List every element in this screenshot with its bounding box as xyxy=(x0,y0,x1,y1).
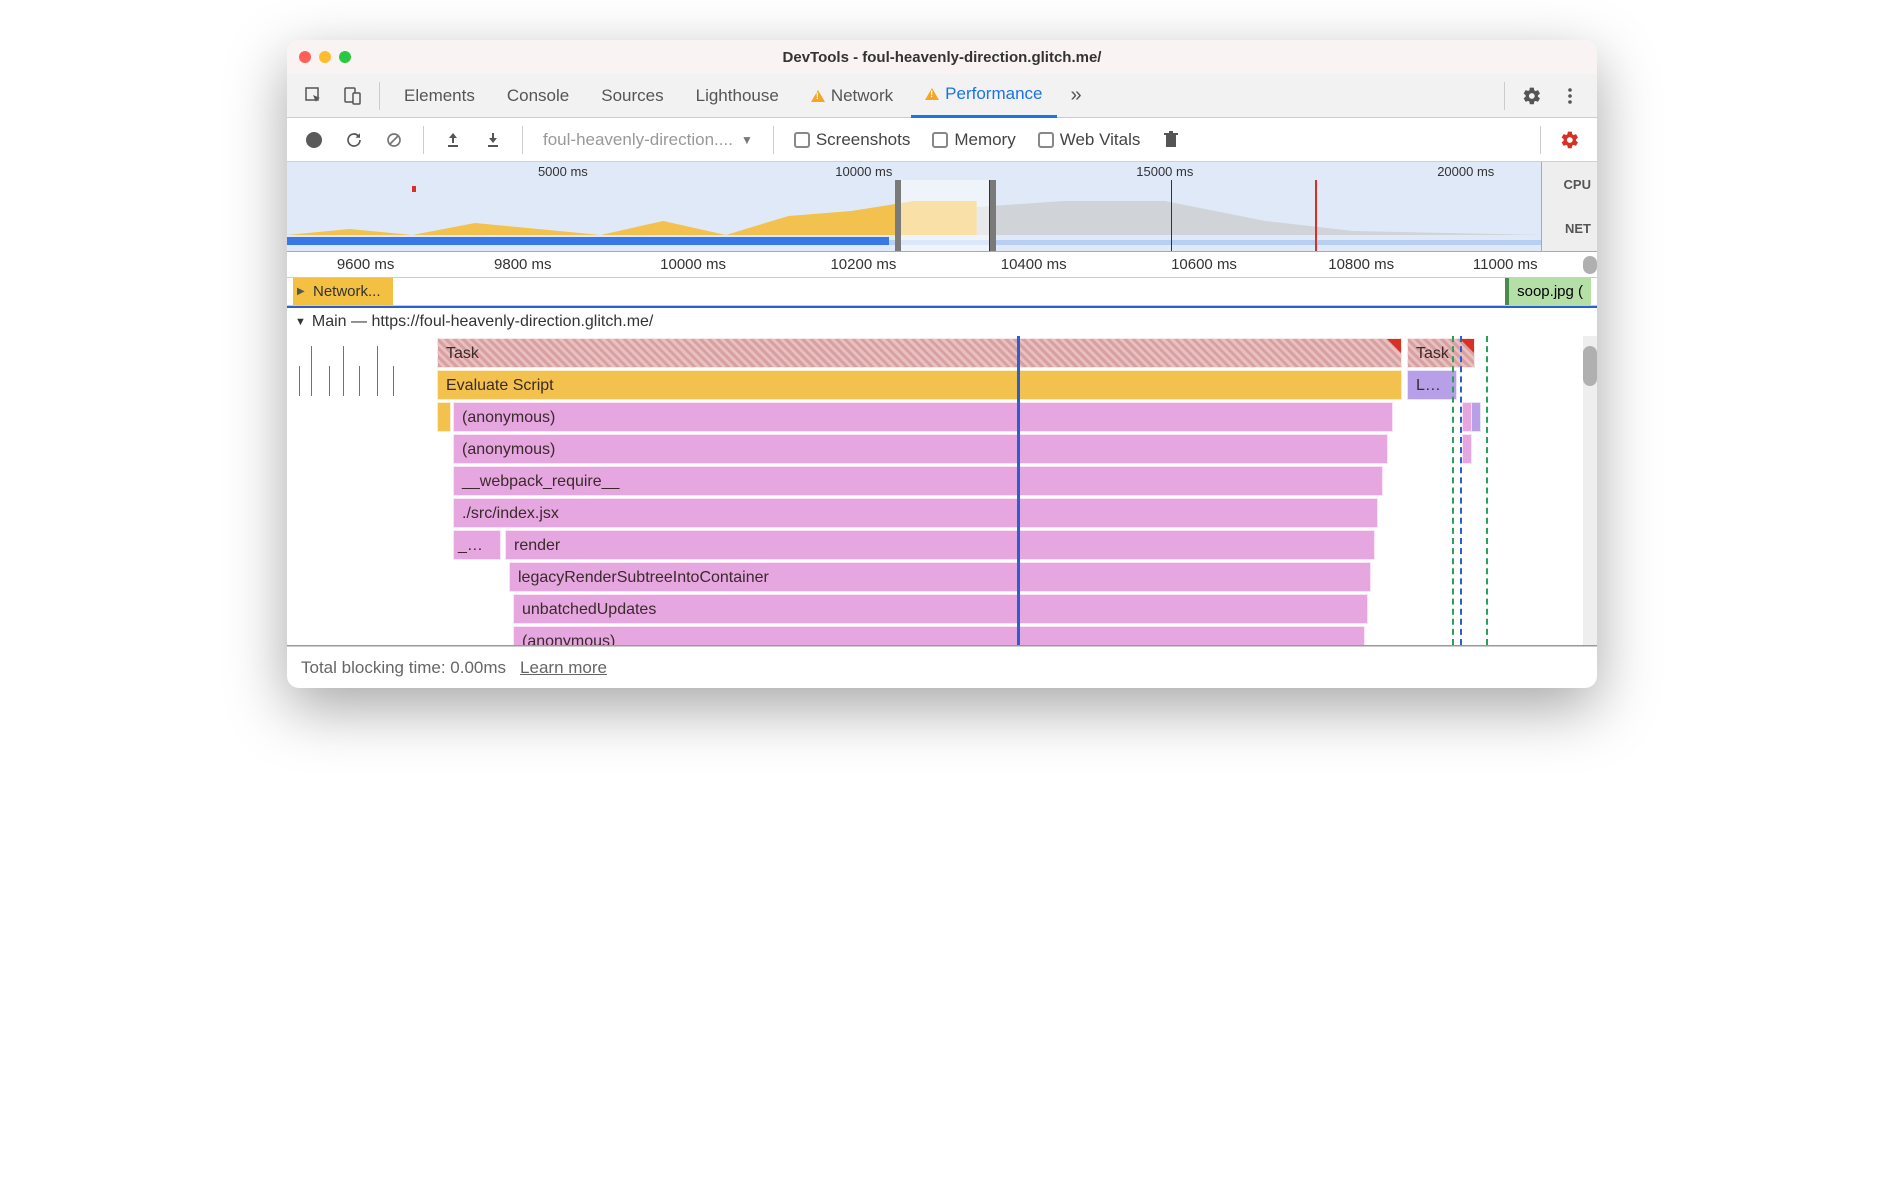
profile-select-label: foul-heavenly-direction.... xyxy=(543,130,733,150)
overview-selection[interactable] xyxy=(895,180,995,251)
overview-labels: CPU NET xyxy=(1541,162,1597,251)
total-blocking-time: Total blocking time: 0.00ms xyxy=(301,658,506,678)
window-title: DevTools - foul-heavenly-direction.glitc… xyxy=(287,49,1597,66)
main-tabs: Elements Console Sources Lighthouse Netw… xyxy=(287,74,1597,118)
clear-button[interactable] xyxy=(377,123,411,157)
flame-layout[interactable]: L… xyxy=(1407,370,1457,400)
divider xyxy=(773,126,774,154)
timeline-overview[interactable]: 5000 ms 10000 ms 15000 ms 20000 ms CPU N… xyxy=(287,162,1597,252)
reload-button[interactable] xyxy=(337,123,371,157)
inspect-icon[interactable] xyxy=(297,79,331,113)
flame-sliver[interactable] xyxy=(1462,434,1472,464)
more-tabs[interactable]: » xyxy=(1061,84,1092,107)
main-track-title: Main — https://foul-heavenly-direction.g… xyxy=(312,313,653,331)
flame-webpack-require[interactable]: __webpack_require__ xyxy=(453,466,1383,496)
flame-chart[interactable]: Task Task Evaluate Script L… (anonymous)… xyxy=(287,336,1597,646)
tab-performance-label: Performance xyxy=(945,84,1042,104)
summary-footer: Total blocking time: 0.00ms Learn more xyxy=(287,646,1597,688)
divider xyxy=(423,126,424,154)
tab-lighthouse[interactable]: Lighthouse xyxy=(682,74,793,118)
main-track-header[interactable]: ▼ Main — https://foul-heavenly-direction… xyxy=(287,306,1597,336)
divider xyxy=(1504,82,1505,110)
devtools-window: DevTools - foul-heavenly-direction.glitc… xyxy=(287,40,1597,688)
flame-sliver[interactable] xyxy=(1471,402,1481,432)
device-toggle-icon[interactable] xyxy=(335,79,369,113)
profile-select[interactable]: foul-heavenly-direction.... ▼ xyxy=(535,130,761,150)
flame-render[interactable]: render xyxy=(505,530,1375,560)
warning-icon xyxy=(811,90,825,102)
flame-anonymous-3[interactable]: (anonymous) xyxy=(513,626,1365,646)
collapse-arrow-icon: ▼ xyxy=(295,316,306,328)
tab-performance[interactable]: Performance xyxy=(911,74,1056,118)
warning-icon xyxy=(925,88,939,100)
divider xyxy=(1540,126,1541,154)
webvitals-checkbox[interactable]: Web Vitals xyxy=(1030,130,1149,150)
fcp-marker xyxy=(1452,336,1454,645)
flame-sliver[interactable] xyxy=(437,402,451,432)
frame-ticks xyxy=(297,336,427,396)
network-request-soop[interactable]: soop.jpg ( xyxy=(1505,278,1591,305)
load-profile-icon[interactable] xyxy=(436,123,470,157)
flame-anonymous-1[interactable]: (anonymous) xyxy=(453,402,1393,432)
flame-anonymous-2[interactable]: (anonymous) xyxy=(453,434,1388,464)
tab-network[interactable]: Network xyxy=(797,74,907,118)
detail-ruler[interactable]: 9600 ms 9800 ms 10000 ms 10200 ms 10400 … xyxy=(287,252,1597,278)
tab-network-label: Network xyxy=(831,86,893,106)
capture-settings-icon[interactable] xyxy=(1553,123,1587,157)
flame-task-1[interactable]: Task xyxy=(437,338,1402,368)
flame-legacy-render[interactable]: legacyRenderSubtreeIntoContainer xyxy=(509,562,1371,592)
settings-icon[interactable] xyxy=(1515,79,1549,113)
flame-unbatched-updates[interactable]: unbatchedUpdates xyxy=(513,594,1368,624)
screenshots-checkbox[interactable]: Screenshots xyxy=(786,130,919,150)
overview-ticks: 5000 ms 10000 ms 15000 ms 20000 ms xyxy=(287,164,1541,180)
flame-evaluate-script[interactable]: Evaluate Script xyxy=(437,370,1402,400)
record-button[interactable] xyxy=(297,123,331,157)
overview-net-bar xyxy=(287,237,889,245)
ruler-scroll-thumb[interactable] xyxy=(1583,256,1597,274)
memory-checkbox[interactable]: Memory xyxy=(924,130,1023,150)
learn-more-link[interactable]: Learn more xyxy=(520,658,607,678)
flame-scroll-thumb[interactable] xyxy=(1583,346,1597,386)
network-lane-label[interactable]: Network... xyxy=(293,278,393,305)
network-lane[interactable]: Network... soop.jpg ( xyxy=(287,278,1597,306)
tab-console[interactable]: Console xyxy=(493,74,583,118)
tab-sources[interactable]: Sources xyxy=(587,74,677,118)
lcp-marker xyxy=(1486,336,1488,645)
caret-down-icon: ▼ xyxy=(741,133,753,147)
kebab-menu-icon[interactable] xyxy=(1553,79,1587,113)
garbage-collect-icon[interactable] xyxy=(1154,123,1188,157)
timeline-marker[interactable] xyxy=(1017,336,1020,645)
divider xyxy=(522,126,523,154)
flame-src-index[interactable]: ./src/index.jsx xyxy=(453,498,1378,528)
divider xyxy=(379,82,380,110)
dcl-marker xyxy=(1460,336,1462,645)
tab-elements[interactable]: Elements xyxy=(390,74,489,118)
flame-underscore[interactable]: _… xyxy=(453,530,501,560)
flame-task-2[interactable]: Task xyxy=(1407,338,1475,368)
performance-toolbar: foul-heavenly-direction.... ▼ Screenshot… xyxy=(287,118,1597,162)
save-profile-icon[interactable] xyxy=(476,123,510,157)
titlebar: DevTools - foul-heavenly-direction.glitc… xyxy=(287,40,1597,74)
